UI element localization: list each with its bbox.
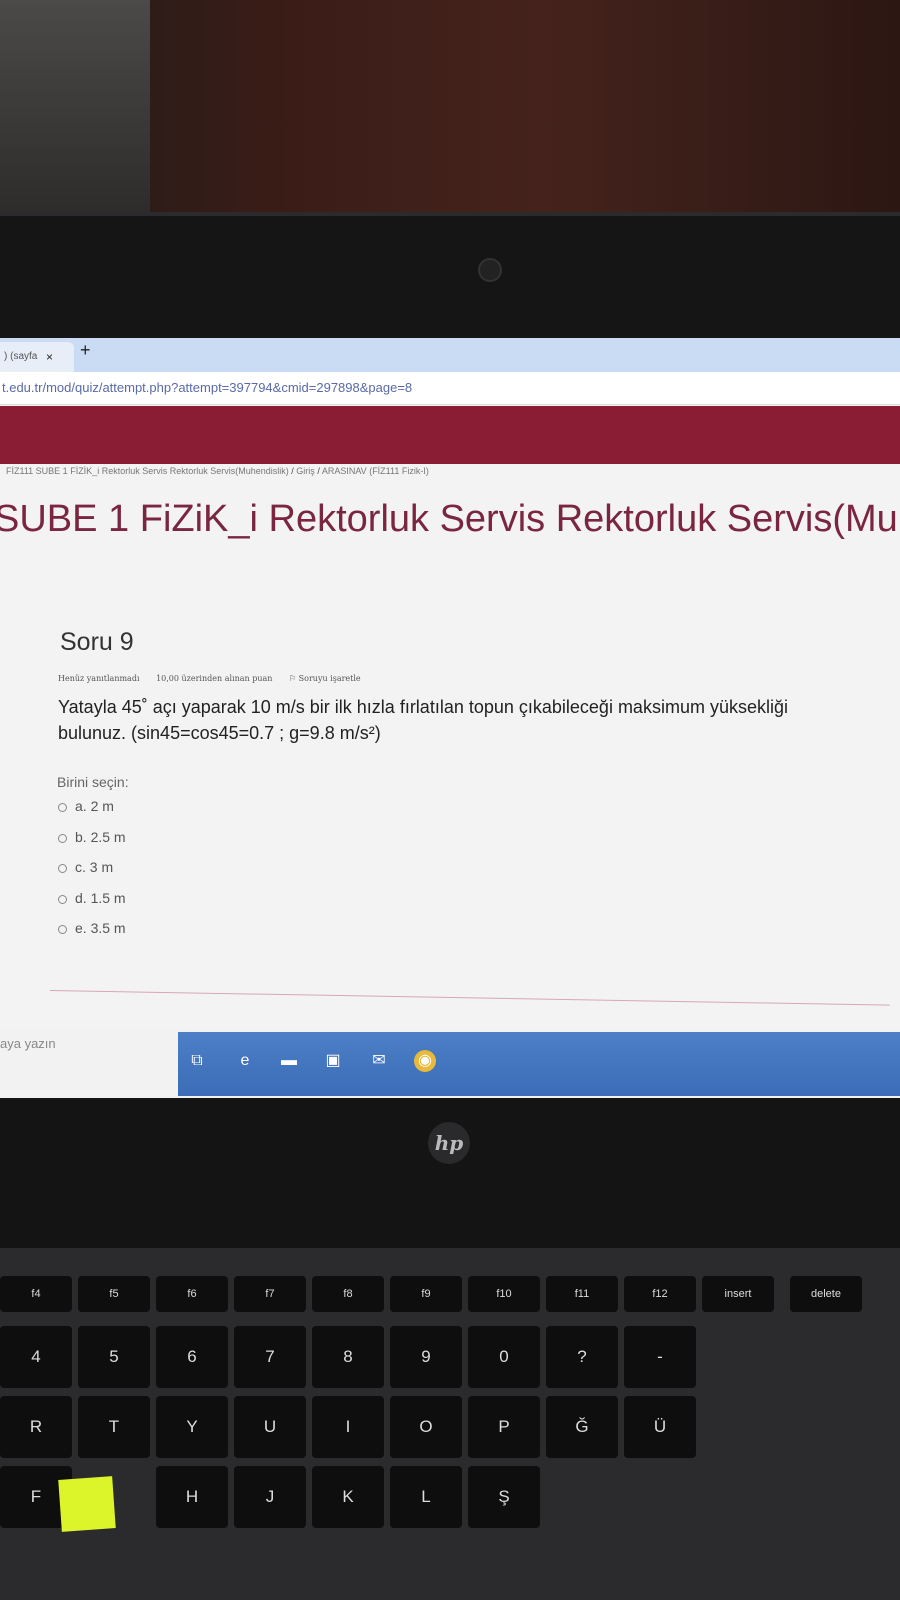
key-insert[interactable]: insert — [702, 1276, 774, 1312]
key-f9[interactable]: f9 — [390, 1276, 462, 1312]
question-points: 10,00 üzerinden alınan puan — [156, 674, 273, 683]
answer-option-a[interactable]: a. 2 m — [58, 798, 114, 814]
breadcrumb-home[interactable]: Giriş — [296, 466, 315, 476]
radio-button[interactable] — [58, 802, 67, 812]
breadcrumb-separator: / — [317, 466, 320, 476]
radio-button[interactable] — [58, 863, 67, 873]
key-k[interactable]: K — [312, 1466, 384, 1528]
key-l[interactable]: L — [390, 1466, 462, 1528]
key-7[interactable]: 7 — [234, 1326, 306, 1388]
key-5[interactable]: 5 — [78, 1326, 150, 1388]
key-minus[interactable]: - — [624, 1326, 696, 1388]
key-o[interactable]: O — [390, 1396, 462, 1458]
key-f10[interactable]: f10 — [468, 1276, 540, 1312]
key-r[interactable]: R — [0, 1396, 72, 1458]
background-cabinet — [0, 0, 150, 220]
key-s-cedilla[interactable]: Ş — [468, 1466, 540, 1528]
key-4[interactable]: 4 — [0, 1326, 72, 1388]
flag-icon[interactable]: ⚐ — [289, 674, 296, 683]
tab-close-icon[interactable]: × — [46, 342, 53, 372]
task-view-icon[interactable]: ⧉ — [186, 1050, 208, 1072]
radio-button[interactable] — [58, 833, 67, 843]
option-label[interactable]: c. 3 m — [75, 859, 113, 875]
radio-button[interactable] — [58, 924, 67, 934]
breadcrumb-separator: / — [291, 466, 294, 476]
question-info: Henüz yanıtlanmadı 10,00 üzerinden alına… — [58, 674, 361, 683]
key-0[interactable]: 0 — [468, 1326, 540, 1388]
key-f6[interactable]: f6 — [156, 1276, 228, 1312]
breadcrumb-exam[interactable]: ARASINAV (FİZ111 Fizik-I) — [322, 466, 429, 476]
taskbar-icons: ⧉ e ▬ ▣ ✉ ◉ — [178, 1032, 900, 1096]
key-f11[interactable]: f11 — [546, 1276, 618, 1312]
key-g-breve[interactable]: Ğ — [546, 1396, 618, 1458]
laptop-top-bezel — [0, 212, 900, 346]
option-label[interactable]: e. 3.5 m — [75, 920, 126, 936]
key-f12[interactable]: f12 — [624, 1276, 696, 1312]
browser-tab-bar: ) (sayfa × + — [0, 338, 900, 372]
key-8[interactable]: 8 — [312, 1326, 384, 1388]
address-bar[interactable]: t.edu.tr/mod/quiz/attempt.php?attempt=39… — [0, 372, 900, 405]
breadcrumb: FİZ111 SUBE 1 FİZİK_i Rektorluk Servis R… — [6, 466, 429, 476]
sticky-note — [58, 1476, 116, 1532]
key-j[interactable]: J — [234, 1466, 306, 1528]
question-text-line: bulunuz. (sin45=cos45=0.7 ; g=9.8 m/s²) — [58, 723, 381, 743]
letter-key-row-2: F H J K L Ş — [0, 1466, 900, 1536]
key-f8[interactable]: f8 — [312, 1276, 384, 1312]
laptop-screen: ) (sayfa × + t.edu.tr/mod/quiz/attempt.p… — [0, 338, 900, 1098]
question-title: Soru 9 — [60, 628, 134, 656]
page-title: SUBE 1 FiZiK_i Rektorluk Servis Rektorlu… — [0, 498, 900, 540]
key-9[interactable]: 9 — [390, 1326, 462, 1388]
key-f4[interactable]: f4 — [0, 1276, 72, 1312]
option-label[interactable]: a. 2 m — [75, 798, 114, 814]
new-tab-button[interactable]: + — [80, 340, 91, 361]
store-icon[interactable]: ▣ — [322, 1050, 344, 1072]
answer-option-b[interactable]: b. 2.5 m — [58, 829, 126, 845]
windows-taskbar: aya yazın ⧉ e ▬ ▣ ✉ ◉ — [0, 1028, 900, 1098]
keyboard: f4 f5 f6 f7 f8 f9 f10 f11 f12 insert del… — [0, 1248, 900, 1600]
chrome-icon[interactable]: ◉ — [414, 1050, 436, 1072]
option-label[interactable]: d. 1.5 m — [75, 890, 126, 906]
number-key-row: 4 5 6 7 8 9 0 ? - — [0, 1326, 900, 1396]
question-text-line: Yatayla 45˚ açı yaparak 10 m/s bir ilk h… — [58, 697, 788, 717]
answer-option-e[interactable]: e. 3.5 m — [58, 920, 126, 936]
edge-icon[interactable]: e — [234, 1050, 256, 1072]
question-text: Yatayla 45˚ açı yaparak 10 m/s bir ilk h… — [58, 694, 900, 746]
flag-question-link[interactable]: Soruyu işaretle — [299, 674, 361, 683]
choose-label: Birini seçin: — [57, 774, 129, 790]
browser-tab[interactable]: ) (sayfa × — [0, 342, 74, 372]
key-h[interactable]: H — [156, 1466, 228, 1528]
key-p[interactable]: P — [468, 1396, 540, 1458]
mail-icon[interactable]: ✉ — [368, 1050, 390, 1072]
key-u-umlaut[interactable]: Ü — [624, 1396, 696, 1458]
key-6[interactable]: 6 — [156, 1326, 228, 1388]
tab-title: ) (sayfa — [4, 351, 38, 362]
question-status: Henüz yanıtlanmadı — [58, 674, 140, 683]
key-u[interactable]: U — [234, 1396, 306, 1458]
key-question[interactable]: ? — [546, 1326, 618, 1388]
site-header-banner — [0, 406, 900, 464]
answer-option-c[interactable]: c. 3 m — [58, 859, 113, 875]
webcam — [478, 258, 502, 282]
key-delete[interactable]: delete — [790, 1276, 862, 1312]
key-i[interactable]: I — [312, 1396, 384, 1458]
breadcrumb-course[interactable]: FİZ111 SUBE 1 FİZİK_i Rektorluk Servis R… — [6, 466, 289, 476]
letter-key-row-1: R T Y U I O P Ğ Ü — [0, 1396, 900, 1466]
answer-option-d[interactable]: d. 1.5 m — [58, 890, 126, 906]
divider — [49, 990, 890, 1006]
taskbar-search[interactable]: aya yazın — [0, 1036, 56, 1051]
key-f5[interactable]: f5 — [78, 1276, 150, 1312]
key-t[interactable]: T — [78, 1396, 150, 1458]
url-text[interactable]: t.edu.tr/mod/quiz/attempt.php?attempt=39… — [2, 380, 412, 395]
hp-logo: hp — [428, 1122, 470, 1164]
radio-button[interactable] — [58, 894, 67, 904]
file-explorer-icon[interactable]: ▬ — [278, 1050, 300, 1072]
laptop-bottom-bezel: hp — [0, 1098, 900, 1248]
key-y[interactable]: Y — [156, 1396, 228, 1458]
option-label[interactable]: b. 2.5 m — [75, 829, 126, 845]
key-f7[interactable]: f7 — [234, 1276, 306, 1312]
